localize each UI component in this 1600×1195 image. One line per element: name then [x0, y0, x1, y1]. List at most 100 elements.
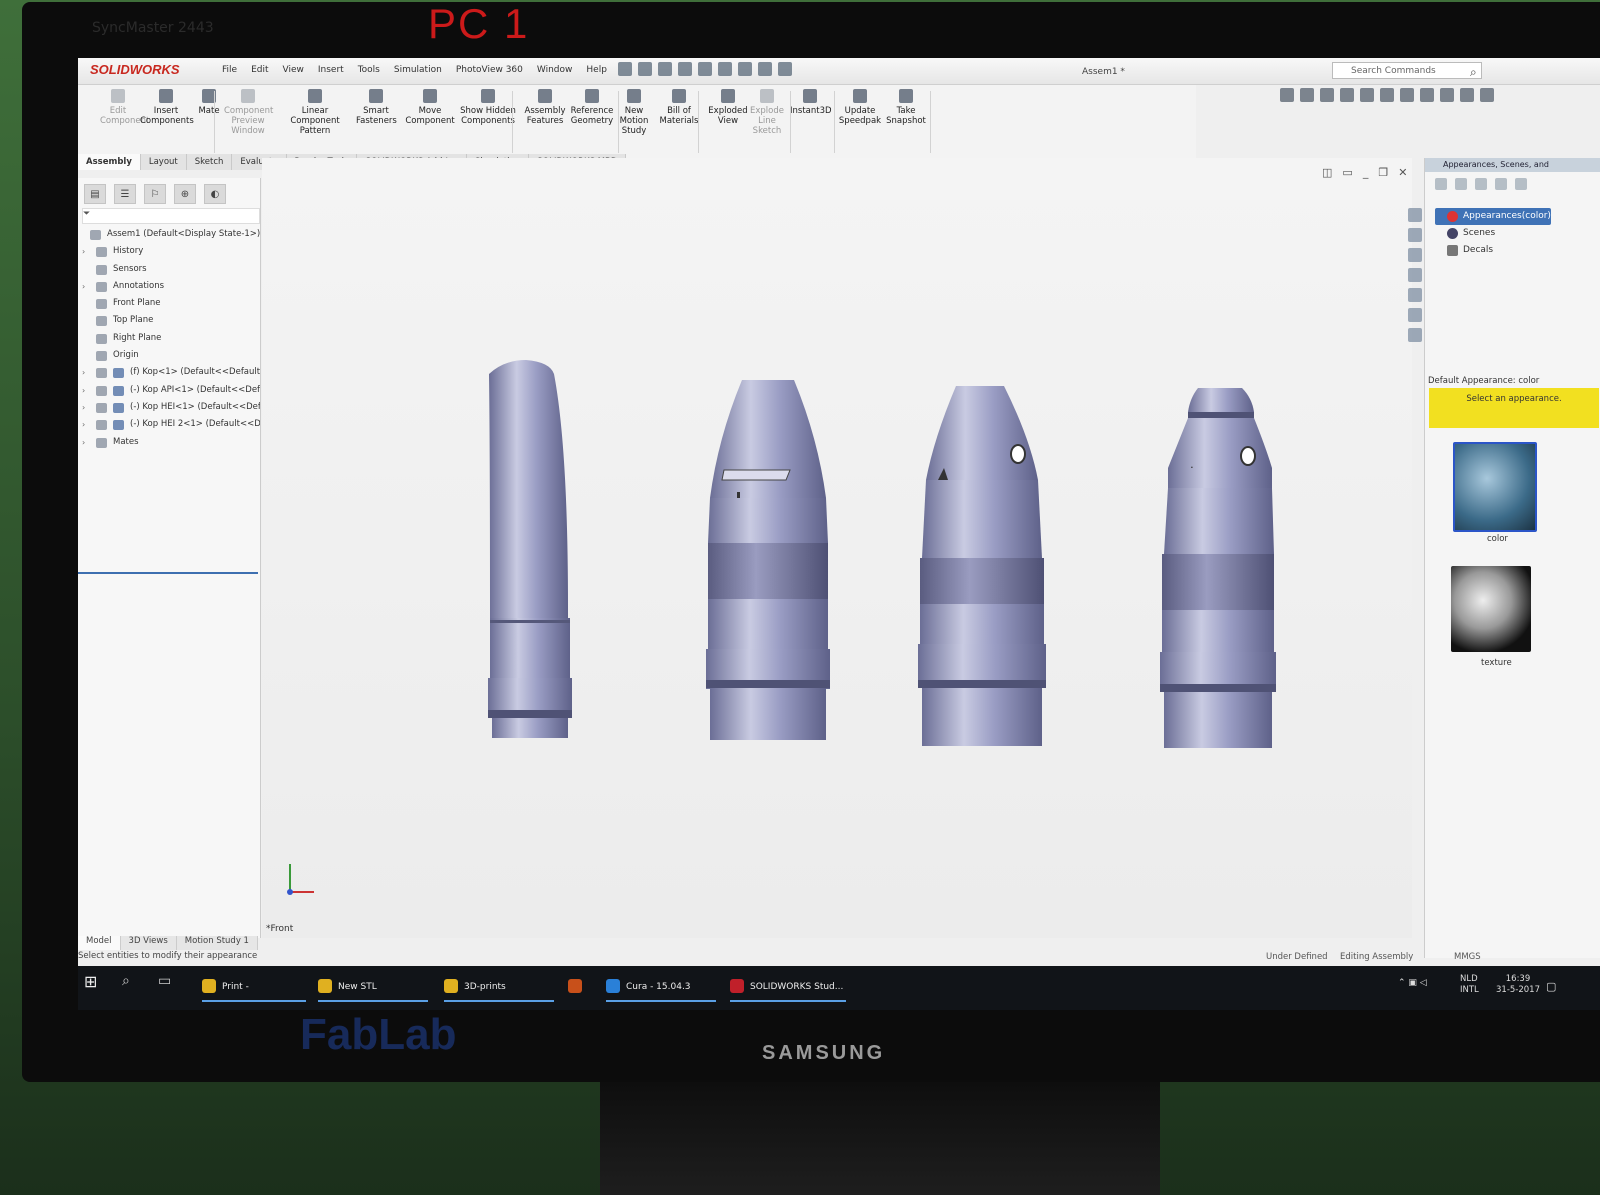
tree-node[interactable]: Top Plane: [82, 312, 260, 329]
configuration-tab-icon[interactable]: ⚐: [144, 184, 166, 204]
menu-view[interactable]: View: [283, 65, 304, 75]
zoom-to-fit-icon[interactable]: [1280, 88, 1294, 102]
taskbar-app[interactable]: Cura - 15.04.3: [606, 970, 716, 1004]
solidworks-logo[interactable]: SOLIDWORKS: [90, 62, 180, 77]
language-indicator[interactable]: NLD INTL: [1460, 974, 1479, 996]
save-icon[interactable]: [658, 62, 672, 76]
bottom-tab-model[interactable]: Model: [78, 936, 121, 950]
tree-node[interactable]: › (-) Kop HEI<1> (Default<<Defa: [82, 399, 260, 416]
tray-icons[interactable]: ⌃ ▣ ◁: [1398, 978, 1427, 988]
tree-node[interactable]: Sensors: [82, 261, 260, 278]
view-orientation-icon[interactable]: [1360, 88, 1374, 102]
task-view-icon[interactable]: ▭: [158, 973, 171, 989]
tree-item-scenes[interactable]: Scenes: [1435, 225, 1551, 242]
appearance-swatch-color[interactable]: [1453, 442, 1537, 532]
status-units[interactable]: MMGS: [1454, 952, 1481, 962]
open-icon[interactable]: [638, 62, 652, 76]
display-style-icon[interactable]: [1380, 88, 1394, 102]
take-snapshot-button[interactable]: Take Snapshot: [886, 89, 926, 126]
file-explorer-icon[interactable]: [1408, 248, 1422, 262]
exploded-view-button[interactable]: Exploded View: [708, 89, 748, 126]
appearances-icon[interactable]: [1408, 288, 1422, 302]
windows-start-icon[interactable]: ⊞: [84, 972, 97, 991]
smart-fasteners-button[interactable]: Smart Fasteners: [356, 89, 397, 126]
expand-arrow-icon[interactable]: ›: [82, 278, 85, 295]
new-motion-study-button[interactable]: New Motion Study: [618, 89, 650, 136]
property-manager-tab-icon[interactable]: ☰: [114, 184, 136, 204]
part-kop-api[interactable]: [706, 380, 830, 740]
tab-sketch[interactable]: Sketch: [186, 154, 233, 170]
tab-assembly[interactable]: Assembly: [78, 154, 141, 170]
insert-components-button[interactable]: Insert Components: [140, 89, 194, 126]
expand-arrow-icon[interactable]: ›: [82, 434, 85, 451]
tree-node[interactable]: Right Plane: [82, 330, 260, 347]
expand-arrow-icon[interactable]: ›: [82, 399, 85, 416]
taskbar-app[interactable]: Print - okeeffesam...: [202, 970, 306, 1004]
bottom-tab-3d-views[interactable]: 3D Views: [120, 936, 177, 950]
custom-properties-icon[interactable]: [1408, 308, 1422, 322]
tree-node[interactable]: › History: [82, 243, 260, 260]
apply-scene-icon[interactable]: [1440, 88, 1454, 102]
file-properties-icon[interactable]: [758, 62, 772, 76]
tree-node[interactable]: › (-) Kop HEI 2<1> (Default<<De: [82, 416, 260, 433]
display-manager-tab-icon[interactable]: ◐: [204, 184, 226, 204]
rollback-bar[interactable]: [78, 572, 258, 574]
bottom-tab-motion-study-1[interactable]: Motion Study 1: [176, 936, 258, 950]
tree-node[interactable]: › (f) Kop<1> (Default<<Default>: [82, 364, 260, 381]
forum-icon[interactable]: [1408, 328, 1422, 342]
taskbar-app[interactable]: 3D-prints: [444, 970, 554, 1004]
menu-tools[interactable]: Tools: [358, 65, 380, 75]
menu-edit[interactable]: Edit: [251, 65, 268, 75]
search-taskbar-icon[interactable]: ⌕: [122, 973, 130, 989]
search-icon[interactable]: ⌕: [1470, 65, 1477, 80]
tab-layout[interactable]: Layout: [140, 154, 187, 170]
tree-node[interactable]: Assem1 (Default<Display State-1>): [82, 226, 260, 243]
edit-appearance-icon[interactable]: [1420, 88, 1434, 102]
feature-tree-tab-icon[interactable]: ▤: [84, 184, 106, 204]
print-icon[interactable]: [678, 62, 692, 76]
undo-icon[interactable]: [698, 62, 712, 76]
tree-node[interactable]: Front Plane: [82, 295, 260, 312]
refresh-icon[interactable]: [1515, 178, 1527, 190]
move-component-button[interactable]: Move Component: [404, 89, 456, 126]
mate-button[interactable]: Mate: [198, 89, 220, 116]
view-settings-icon[interactable]: [1460, 88, 1474, 102]
view-palette-icon[interactable]: [1408, 268, 1422, 282]
clock[interactable]: 16:39 31-5-2017: [1496, 974, 1540, 996]
menu-file[interactable]: File: [222, 65, 237, 75]
rebuild-icon[interactable]: [738, 62, 752, 76]
part-kop-hei-2[interactable]: [1160, 388, 1276, 748]
menu-help[interactable]: Help: [586, 65, 607, 75]
instant3d-button[interactable]: Instant3D: [790, 89, 832, 116]
appearance-swatch-texture[interactable]: [1451, 566, 1531, 652]
tree-node[interactable]: Origin: [82, 347, 260, 364]
menu-photoview-360[interactable]: PhotoView 360: [456, 65, 523, 75]
part-kop[interactable]: [488, 360, 572, 738]
graphics-area[interactable]: ◫ ▭ _ ❐ ✕ *Front: [262, 158, 1412, 938]
back-icon[interactable]: [1435, 178, 1447, 190]
select-icon[interactable]: [718, 62, 732, 76]
home-icon[interactable]: [1408, 208, 1422, 222]
tree-node[interactable]: › (-) Kop API<1> (Default<<Defa: [82, 382, 260, 399]
explode-line-sketch-button[interactable]: Explode Line Sketch: [748, 89, 786, 136]
menu-window[interactable]: Window: [537, 65, 573, 75]
dimxpert-tab-icon[interactable]: ⊕: [174, 184, 196, 204]
new-document-icon[interactable]: [618, 62, 632, 76]
design-library-icon[interactable]: [1408, 228, 1422, 242]
expand-arrow-icon[interactable]: ›: [82, 364, 85, 381]
section-view-icon[interactable]: [1340, 88, 1354, 102]
filter-icon[interactable]: ⏷: [82, 208, 260, 224]
tree-item-appearances[interactable]: Appearances(color): [1435, 208, 1551, 225]
update-speedpak-button[interactable]: Update Speedpak: [838, 89, 882, 126]
expand-arrow-icon[interactable]: ›: [82, 416, 85, 433]
tree-node[interactable]: › Annotations: [82, 278, 260, 295]
add-folder-icon[interactable]: [1495, 178, 1507, 190]
show-hidden-components-button[interactable]: Show Hidden Components: [460, 89, 516, 126]
taskbar-app[interactable]: SOLIDWORKS Stud...: [730, 970, 846, 1004]
add-location-icon[interactable]: [1475, 178, 1487, 190]
reference-geometry-button[interactable]: Reference Geometry: [570, 89, 614, 126]
edit-component-button[interactable]: Edit Component: [100, 89, 149, 126]
tree-node[interactable]: › Mates: [82, 434, 260, 451]
expand-arrow-icon[interactable]: ›: [82, 243, 85, 260]
forward-icon[interactable]: [1455, 178, 1467, 190]
